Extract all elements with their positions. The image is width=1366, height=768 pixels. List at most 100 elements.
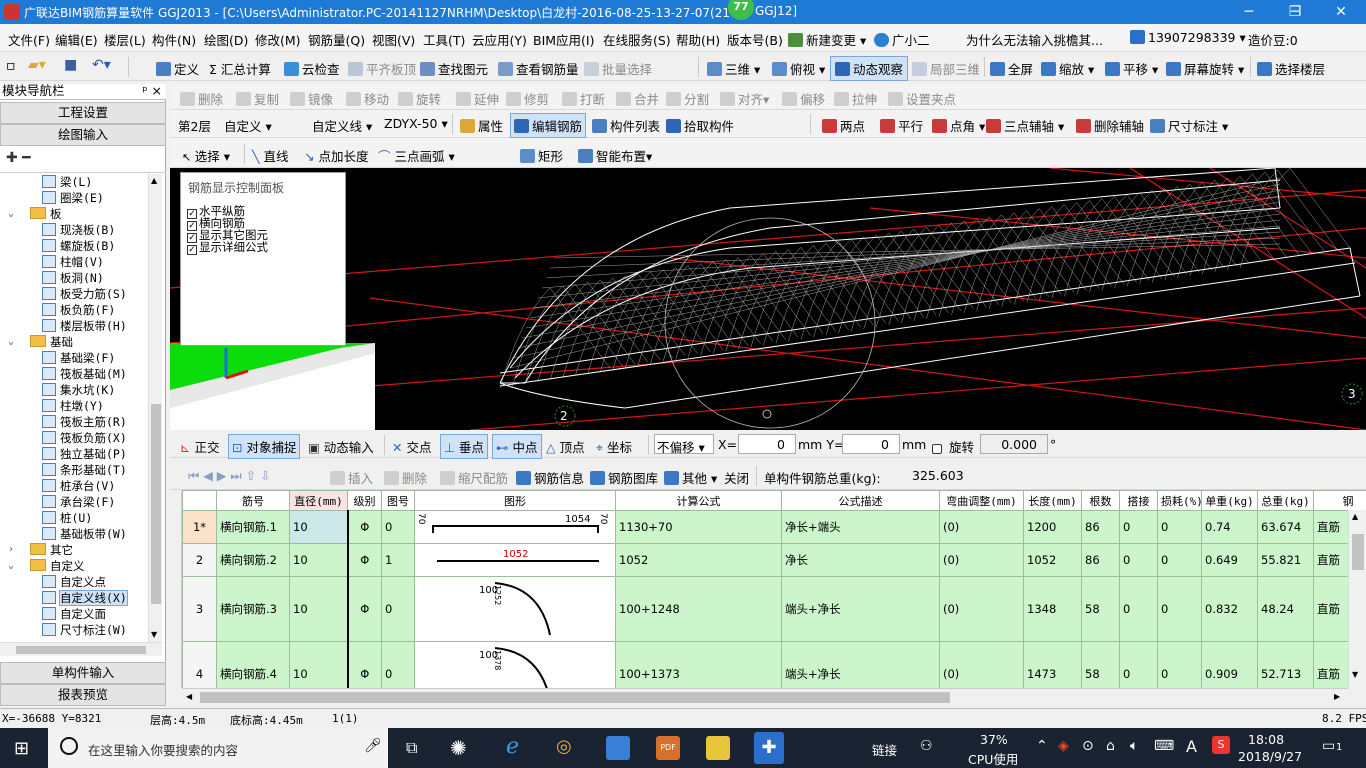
tree-item[interactable]: 筏板基础(M)	[42, 366, 127, 382]
tree-item[interactable]: 柱墩(Y)	[42, 398, 104, 414]
split-button[interactable]: 分割	[666, 89, 709, 108]
top-view-button[interactable]: 俯视 ▾	[772, 59, 825, 78]
grid-cell-bend[interactable]: (0)	[939, 510, 1024, 544]
tree-item[interactable]: 螺旋板(B)	[42, 238, 115, 254]
open-folder-icon[interactable]: ▰▾	[28, 57, 46, 73]
rebar-shape-cell[interactable]: 1052	[414, 543, 616, 577]
tree-item[interactable]: 自定义点	[42, 574, 106, 590]
tree-item[interactable]: 自定义面	[42, 606, 106, 622]
screen-rotate-button[interactable]: 屏幕旋转 ▾	[1166, 59, 1244, 78]
grid-vscrollbar[interactable]: ▲ ▼	[1348, 510, 1366, 688]
grid-header-cell[interactable]: 筋号	[216, 490, 290, 511]
rebar-shape-cell[interactable]: 100 1378	[414, 641, 616, 688]
offset-button[interactable]: 偏移	[782, 89, 825, 108]
tree-item[interactable]: 基础板带(W)	[42, 526, 127, 542]
tray-icon-2[interactable]: ⊙	[1082, 738, 1094, 754]
menu-component[interactable]: 构件(N)	[152, 30, 196, 49]
grid-header-cell[interactable]: 钢	[1313, 490, 1366, 511]
tree-item[interactable]: ⌄ 板	[8, 206, 62, 222]
tree-hscrollbar[interactable]	[0, 642, 162, 656]
grid-cell-fig[interactable]: 0	[381, 510, 415, 544]
set-grip-button[interactable]: 设置夹点	[888, 89, 956, 108]
tree-item[interactable]: 板受力筋(S)	[42, 286, 127, 302]
nav-arrows[interactable]: ⏮ ◀ ▶ ⏭ ⇧ ⇩	[188, 468, 271, 484]
grid-cell-loss[interactable]: 0	[1157, 576, 1202, 642]
three-point-axis-button[interactable]: 三点辅轴 ▾	[986, 116, 1064, 135]
smart-layout-button[interactable]: 智能布置▾	[578, 146, 652, 165]
floor-select[interactable]: 第2层	[178, 116, 211, 135]
pick-component-button[interactable]: 拾取构件	[666, 116, 734, 135]
break-button[interactable]: 打断	[562, 89, 605, 108]
grid-cell-name[interactable]: 横向钢筋.1	[216, 510, 290, 544]
rebar-library-button[interactable]: 钢筋图库	[590, 468, 658, 487]
close-grid-button[interactable]: 关闭	[724, 468, 749, 487]
align-button[interactable]: 对齐▾	[720, 89, 769, 108]
expand-icon[interactable]: ›	[8, 542, 14, 558]
tree-item[interactable]: 现浇板(B)	[42, 222, 115, 238]
menu-question-link[interactable]: 为什么无法输入挑檐其...	[966, 30, 1103, 49]
new-file-icon[interactable]: ▫	[6, 58, 16, 74]
grid-header-cell[interactable]: 直径(mm)	[289, 490, 348, 511]
engineering-settings-tab[interactable]: 工程设置	[0, 102, 166, 124]
grid-header-cell[interactable]	[182, 490, 217, 511]
grid-cell-unit[interactable]: 0.649	[1201, 543, 1258, 577]
rebar-info-button[interactable]: 钢筋信息	[516, 468, 584, 487]
perpendicular-snap-button[interactable]: ⊥ 垂点	[440, 434, 488, 459]
zoom-button[interactable]: 缩放 ▾	[1041, 59, 1094, 78]
single-component-input-tab[interactable]: 单构件输入	[0, 662, 166, 684]
grid-cell-name[interactable]: 横向钢筋.2	[216, 543, 290, 577]
microphone-icon[interactable]: 🎤︎	[364, 738, 382, 754]
local-3d-button[interactable]: 局部三维	[912, 59, 980, 78]
grid-cell-name[interactable]: 横向钢筋.3	[216, 576, 290, 642]
grid-cell-no[interactable]: 2	[182, 543, 217, 577]
cloud-check-button[interactable]: 云检查	[284, 59, 340, 78]
select-floor-button[interactable]: 选择楼层	[1257, 59, 1325, 78]
grid-cell-formula[interactable]: 1130+70	[615, 510, 782, 544]
delete-button[interactable]: 删除	[180, 89, 223, 108]
grid-cell-loss[interactable]: 0	[1157, 510, 1202, 544]
tree-item[interactable]: 板负筋(F)	[42, 302, 115, 318]
fan-app-icon[interactable]: ✺	[450, 736, 467, 760]
offset-select[interactable]: 不偏移 ▾	[654, 434, 714, 455]
tree-scrollbar[interactable]: ▲ ▼	[148, 174, 162, 644]
menu-floor[interactable]: 楼层(L)	[104, 30, 146, 49]
grid-header-cell[interactable]: 弯曲调整(mm)	[939, 490, 1024, 511]
menu-rebar-qty[interactable]: 钢筋量(Q)	[308, 30, 365, 49]
select-tool-button[interactable]: ↖ 选择 ▾	[182, 146, 230, 165]
x-input[interactable]: 0	[738, 434, 796, 454]
two-point-axis-button[interactable]: 两点	[822, 116, 865, 135]
grid-header-cell[interactable]: 损耗(%)	[1157, 490, 1202, 511]
sum-calc-button[interactable]: Σ 汇总计算	[209, 59, 271, 78]
ortho-button[interactable]: ⊾ 正交	[180, 437, 219, 456]
menu-assistant[interactable]: 广小二	[874, 30, 930, 49]
browser-icon[interactable]: ◎	[556, 736, 572, 757]
properties-button[interactable]: 属性	[460, 116, 503, 135]
grid-cell-lap[interactable]: 0	[1119, 641, 1158, 688]
network-icon[interactable]: ⌂	[1106, 738, 1115, 754]
grid-cell-fig[interactable]: 1	[381, 543, 415, 577]
grid-cell-bend[interactable]: (0)	[939, 641, 1024, 688]
subtype-select[interactable]: 自定义线 ▾	[312, 116, 372, 135]
grid-header-cell[interactable]: 搭接	[1119, 490, 1158, 511]
grid-hscrollbar[interactable]: ◀ ▶	[182, 688, 1348, 706]
people-icon[interactable]: ⚇	[920, 738, 933, 754]
delete-row-button[interactable]: 删除	[384, 468, 427, 487]
grid-cell-len[interactable]: 1200	[1023, 510, 1082, 544]
define-button[interactable]: 定义	[156, 59, 199, 78]
grid-cell-desc[interactable]: 端头+净长	[781, 576, 940, 642]
delete-axis-button[interactable]: 删除辅轴	[1076, 116, 1144, 135]
flush-slab-button[interactable]: 平齐板顶	[348, 59, 416, 78]
stretch-button[interactable]: 拉伸	[834, 89, 877, 108]
volume-icon[interactable]: 🔈︎	[1130, 738, 1138, 754]
grid-cell-len[interactable]: 1348	[1023, 576, 1082, 642]
tray-icon-1[interactable]: ◈	[1058, 738, 1069, 754]
insert-row-button[interactable]: 插入	[330, 468, 373, 487]
menu-help[interactable]: 帮助(H)	[676, 30, 720, 49]
expand-collapse-icons[interactable]: ✚ ━	[6, 150, 31, 166]
dimension-button[interactable]: 尺寸标注 ▾	[1150, 116, 1228, 135]
y-input[interactable]: 0	[842, 434, 900, 454]
table-row[interactable]: 3 横向钢筋.3 10 Φ 0 100 1252 100+1248 端头+净长 (0) 1348 58…	[182, 576, 1366, 642]
grid-cell-lap[interactable]: 0	[1119, 510, 1158, 544]
fullscreen-button[interactable]: 全屏	[990, 59, 1033, 78]
tree-item[interactable]: 楼层板带(H)	[42, 318, 127, 334]
